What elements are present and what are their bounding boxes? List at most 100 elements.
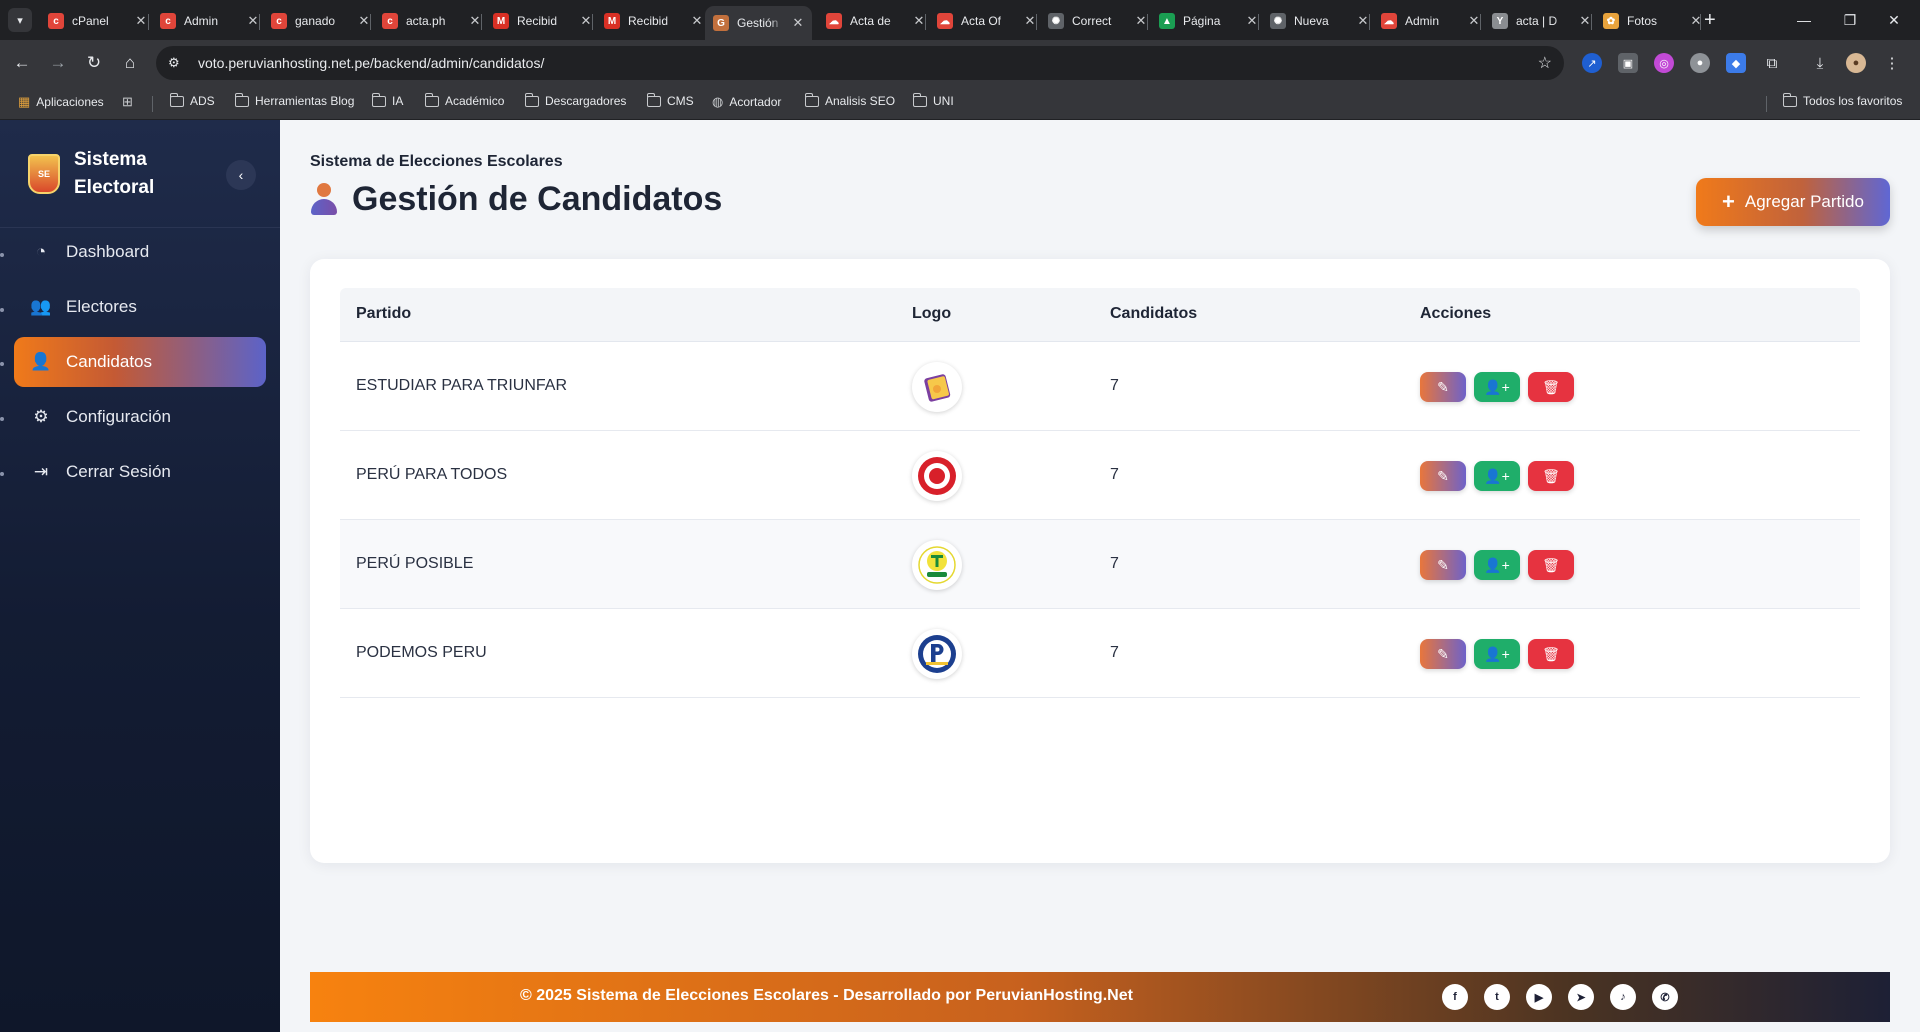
browser-tab[interactable]: c cPanel ✕ <box>40 6 156 36</box>
close-icon[interactable]: ✕ <box>246 13 260 29</box>
tab-divider <box>370 14 371 30</box>
parties-card: Partido Logo Candidatos Acciones ESTUDIA… <box>310 259 1890 863</box>
edit-button[interactable]: ✎ <box>1420 372 1466 402</box>
close-window-icon[interactable]: ✕ <box>1866 0 1920 40</box>
close-icon[interactable]: ✕ <box>134 13 148 29</box>
new-tab-button[interactable]: + <box>1704 8 1716 32</box>
delete-button[interactable]: 🗑 <box>1528 372 1574 402</box>
bookmark-link[interactable]: ◍ Acortador <box>712 94 781 110</box>
delete-button[interactable]: 🗑 <box>1528 550 1574 580</box>
url-text[interactable]: voto.peruvianhosting.net.pe/backend/admi… <box>198 55 544 71</box>
back-icon[interactable]: ← <box>10 51 34 75</box>
browser-tab[interactable]: ✺ Correct ✕ <box>1040 6 1156 36</box>
browser-tab[interactable]: M Recibid ✕ <box>485 6 601 36</box>
cpanel-icon: c <box>271 13 287 29</box>
brand[interactable]: SE Sistema Electoral <box>28 146 194 202</box>
address-bar[interactable]: ⚙ voto.peruvianhosting.net.pe/backend/ad… <box>156 46 1564 80</box>
close-icon[interactable]: ✕ <box>1578 13 1592 29</box>
browser-tab[interactable]: c Admin ✕ <box>152 6 268 36</box>
browser-tab[interactable]: Y acta | D ✕ <box>1484 6 1600 36</box>
close-icon[interactable]: ✕ <box>1467 13 1481 29</box>
reload-icon[interactable]: ↻ <box>82 51 106 75</box>
bookmark-star-icon[interactable]: ☆ <box>1538 53 1552 73</box>
bookmark-label: Aplicaciones <box>36 95 104 109</box>
puzzle-icon[interactable]: ⧉ <box>1762 53 1782 73</box>
browser-tab[interactable]: ☁ Acta de ✕ <box>818 6 934 36</box>
column-header-acciones[interactable]: Acciones <box>1420 305 1491 323</box>
browser-tab[interactable]: c acta.ph ✕ <box>374 6 490 36</box>
home-icon[interactable]: ⌂ <box>118 51 142 75</box>
whatsapp-icon[interactable]: ✆ <box>1652 984 1678 1010</box>
close-icon[interactable]: ✕ <box>690 13 704 29</box>
delete-button[interactable]: 🗑 <box>1528 639 1574 669</box>
extension-icon[interactable]: ↗ <box>1582 53 1602 73</box>
browser-tab-active[interactable]: G Gestión ✕ <box>705 6 812 40</box>
bookmark-folder[interactable]: Analisis SEO <box>804 92 895 108</box>
bookmark-folder[interactable]: CMS <box>646 92 694 108</box>
shield-icon[interactable]: ◆ <box>1726 53 1746 73</box>
browser-tab[interactable]: ☁ Admin ✕ <box>1373 6 1489 36</box>
edit-button[interactable]: ✎ <box>1420 550 1466 580</box>
tab-groups-icon[interactable]: ⊞ <box>122 94 133 110</box>
close-icon[interactable]: ✕ <box>1245 13 1259 29</box>
add-candidate-button[interactable]: 👤+ <box>1474 550 1520 580</box>
close-icon[interactable]: ✕ <box>792 15 804 31</box>
extension-icon[interactable]: ▣ <box>1618 53 1638 73</box>
bookmark-folder[interactable]: IA <box>371 92 403 108</box>
sidebar-item-electores[interactable]: 👥 Electores <box>14 282 266 332</box>
tab-search-button[interactable]: ▾ <box>8 8 32 32</box>
telegram-icon[interactable]: ➤ <box>1568 984 1594 1010</box>
bookmark-folder[interactable]: UNI <box>912 92 954 108</box>
page-heading: Gestión de Candidatos <box>310 180 722 219</box>
site-info-icon[interactable]: ⚙ <box>168 55 190 71</box>
twitter-icon[interactable]: t <box>1484 984 1510 1010</box>
sidebar-item-candidatos[interactable]: 👤 Candidatos <box>14 337 266 387</box>
add-party-button[interactable]: + Agregar Partido <box>1696 178 1890 226</box>
bookmark-folder[interactable]: Herramientas Blog <box>234 92 354 108</box>
bookmark-apps[interactable]: ▦ Aplicaciones <box>18 94 104 110</box>
close-icon[interactable]: ✕ <box>912 13 926 29</box>
tiktok-icon[interactable]: ♪ <box>1610 984 1636 1010</box>
browser-tab[interactable]: ☁ Acta Of ✕ <box>929 6 1045 36</box>
tab-title: ganado <box>295 14 336 28</box>
browser-tab[interactable]: ▲ Página ✕ <box>1151 6 1267 36</box>
extension-icon[interactable]: ● <box>1690 53 1710 73</box>
facebook-icon[interactable]: f <box>1442 984 1468 1010</box>
avatar[interactable]: ● <box>1846 53 1866 73</box>
add-candidate-button[interactable]: 👤+ <box>1474 372 1520 402</box>
browser-tab[interactable]: M Recibid ✕ <box>596 6 712 36</box>
add-candidate-button[interactable]: 👤+ <box>1474 461 1520 491</box>
sidebar-item-configuracion[interactable]: ⚙ Configuración <box>14 392 266 442</box>
browser-tab[interactable]: ✿ Fotos ✕ <box>1595 6 1711 36</box>
close-icon[interactable]: ✕ <box>468 13 482 29</box>
extension-icon[interactable]: ◎ <box>1654 53 1674 73</box>
add-candidate-button[interactable]: 👤+ <box>1474 639 1520 669</box>
bookmark-label: UNI <box>933 94 954 108</box>
browser-tab[interactable]: c ganado ✕ <box>263 6 379 36</box>
forward-icon[interactable]: → <box>46 51 70 75</box>
menu-icon[interactable]: ⋮ <box>1882 53 1902 73</box>
all-bookmarks[interactable]: Todos los favoritos <box>1782 92 1902 108</box>
close-icon[interactable]: ✕ <box>357 13 371 29</box>
peru-posible-logo <box>912 540 962 590</box>
bookmark-folder[interactable]: Descargadores <box>524 92 626 108</box>
sidebar-item-dashboard[interactable]: ◔ Dashboard <box>14 227 266 277</box>
delete-button[interactable]: 🗑 <box>1528 461 1574 491</box>
download-icon[interactable]: ⤓ <box>1810 53 1830 73</box>
column-header-candidatos[interactable]: Candidatos <box>1110 305 1197 323</box>
column-header-logo[interactable]: Logo <box>912 305 951 323</box>
browser-tab[interactable]: ✺ Nueva ✕ <box>1262 6 1378 36</box>
column-header-partido[interactable]: Partido <box>356 305 411 323</box>
close-icon[interactable]: ✕ <box>1023 13 1037 29</box>
close-icon[interactable]: ✕ <box>1134 13 1148 29</box>
bookmark-folder[interactable]: Académico <box>424 92 504 108</box>
sidebar-item-cerrar-sesion[interactable]: ⇥ Cerrar Sesión <box>14 447 266 497</box>
edit-button[interactable]: ✎ <box>1420 639 1466 669</box>
bookmark-label: Acortador <box>729 95 782 109</box>
close-icon[interactable]: ✕ <box>1356 13 1370 29</box>
edit-button[interactable]: ✎ <box>1420 461 1466 491</box>
youtube-icon[interactable]: ▶ <box>1526 984 1552 1010</box>
collapse-sidebar-button[interactable]: ‹ <box>226 160 256 190</box>
bookmark-folder[interactable]: ADS <box>169 92 215 108</box>
close-icon[interactable]: ✕ <box>579 13 593 29</box>
